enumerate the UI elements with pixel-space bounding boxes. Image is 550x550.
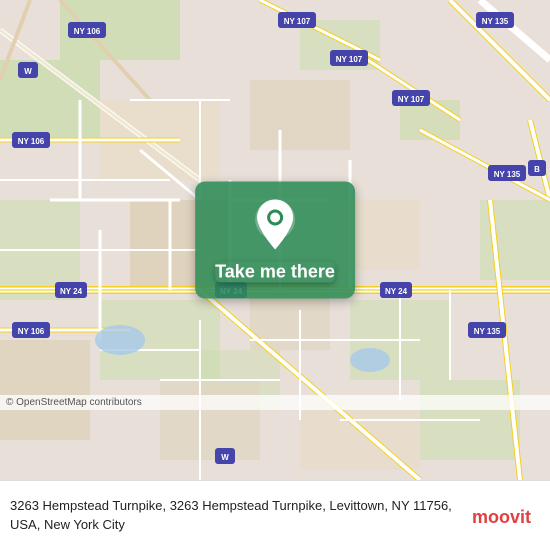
map-container: NY 106 NY 107 NY 135 NY 106 NY 107 NY 13… [0, 0, 550, 480]
moovit-logo-svg: moovit [470, 501, 540, 531]
svg-text:moovit: moovit [472, 507, 531, 527]
copyright-text: © OpenStreetMap contributors [6, 397, 142, 408]
address-text: 3263 Hempstead Turnpike, 3263 Hempstead … [10, 497, 470, 533]
take-me-there-button[interactable]: Take me there [215, 262, 335, 283]
location-pin-icon [253, 198, 297, 252]
svg-text:NY 107: NY 107 [336, 55, 363, 64]
svg-text:NY 106: NY 106 [18, 327, 45, 336]
svg-text:NY 106: NY 106 [74, 27, 101, 36]
take-me-there-overlay: Take me there [195, 182, 355, 299]
info-bar: 3263 Hempstead Turnpike, 3263 Hempstead … [0, 480, 550, 550]
svg-text:NY 24: NY 24 [385, 287, 408, 296]
svg-text:NY 135: NY 135 [482, 17, 509, 26]
svg-text:W: W [221, 453, 229, 462]
moovit-logo: moovit [470, 501, 540, 531]
copyright-bar: © OpenStreetMap contributors [0, 395, 550, 410]
svg-text:NY 135: NY 135 [494, 170, 521, 179]
svg-text:W: W [24, 67, 32, 76]
svg-text:NY 24: NY 24 [60, 287, 83, 296]
svg-text:NY 107: NY 107 [284, 17, 311, 26]
svg-text:B: B [534, 165, 540, 174]
svg-text:NY 135: NY 135 [474, 327, 501, 336]
svg-text:NY 107: NY 107 [398, 95, 425, 104]
svg-text:NY 106: NY 106 [18, 137, 45, 146]
